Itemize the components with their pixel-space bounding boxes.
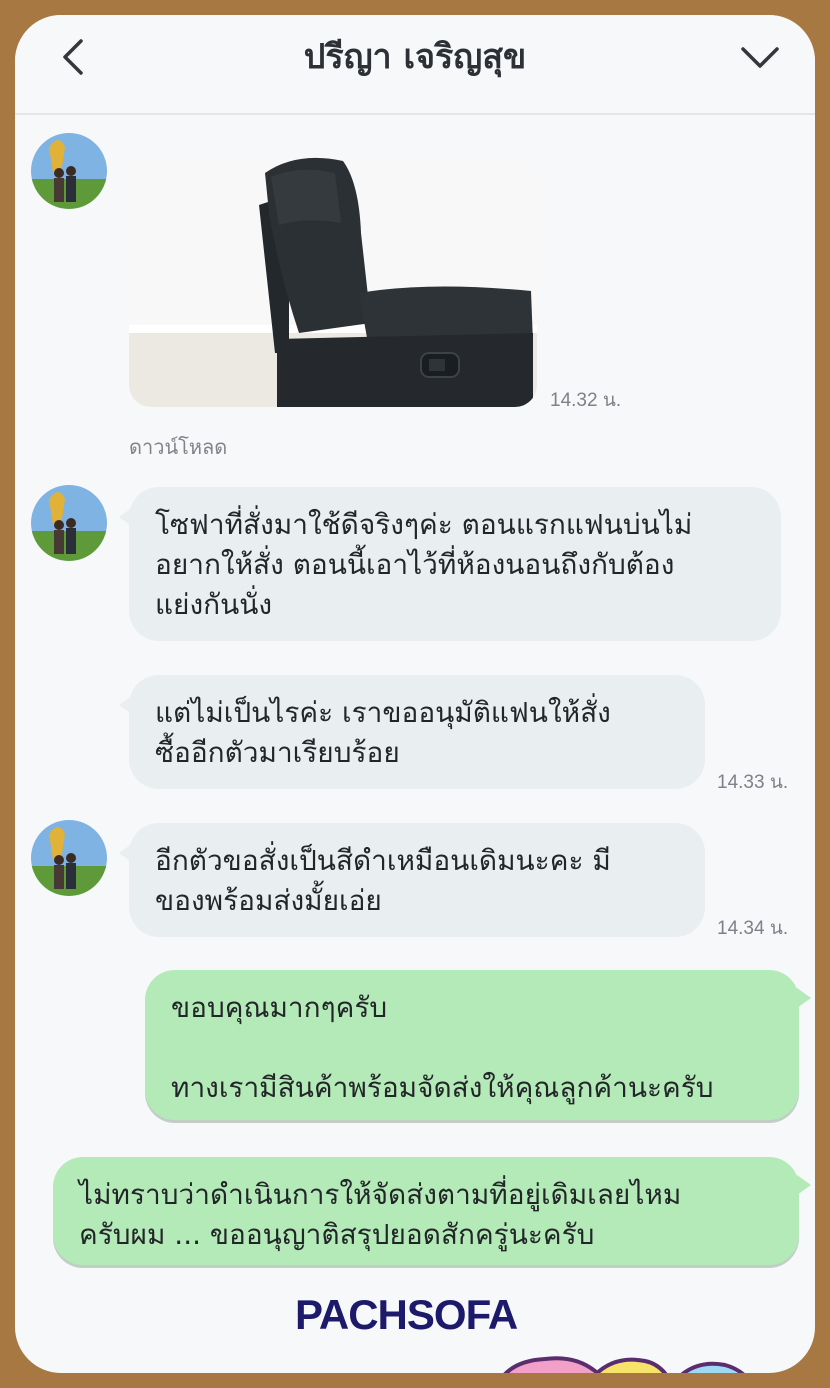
message-bubble-outgoing[interactable]: ไม่ทราบว่าดำเนินการให้จัดส่งตามที่อยู่เด…	[53, 1157, 811, 1265]
chat-header: ปรีญา เจริญสุข	[15, 15, 815, 115]
download-link[interactable]: ดาวน์โหลด	[129, 431, 227, 463]
avatar[interactable]	[31, 820, 107, 896]
brand-logo: PACHSOFA	[295, 1291, 518, 1338]
message-time: 14.32 น.	[550, 390, 622, 411]
contact-name[interactable]: ปรีญา เจริญสุข	[15, 35, 815, 79]
message-bubble-incoming[interactable]: โซฟาที่สั่งมาใช้ดีจริงๆค่ะ ตอนแรกแฟนบ่นไ…	[119, 487, 781, 641]
message-bubble-outgoing[interactable]: ขอบคุณมากๆครับ ทางเรามีสินค้าพร้อมจัดส่ง…	[145, 970, 811, 1120]
message-bubble-incoming[interactable]: แต่ไม่เป็นไรค่ะ เราขออนุมัติแฟนให้สั่ง ซ…	[119, 675, 705, 789]
avatar-photo	[31, 820, 107, 896]
avatar[interactable]	[31, 485, 107, 561]
sofa-photo[interactable]	[129, 153, 537, 407]
message-time: 14.34 น.	[717, 918, 789, 939]
avatar[interactable]	[31, 133, 107, 209]
chevron-down-icon	[741, 47, 779, 68]
thank-you-sticker	[503, 1356, 745, 1373]
menu-toggle-button[interactable]	[737, 37, 783, 77]
recliner-image	[129, 153, 537, 407]
avatar-photo	[31, 133, 107, 209]
avatar-photo	[31, 485, 107, 561]
message-time: 14.33 น.	[717, 772, 789, 793]
chat-window: ปรีญา เจริญสุข 14.32 น. ดาวน์โหลด โซฟาที…	[15, 15, 815, 1373]
message-bubble-incoming[interactable]: อีกตัวขอสั่งเป็นสีดำเหมือนเดิมนะคะ มี ขอ…	[119, 823, 705, 937]
